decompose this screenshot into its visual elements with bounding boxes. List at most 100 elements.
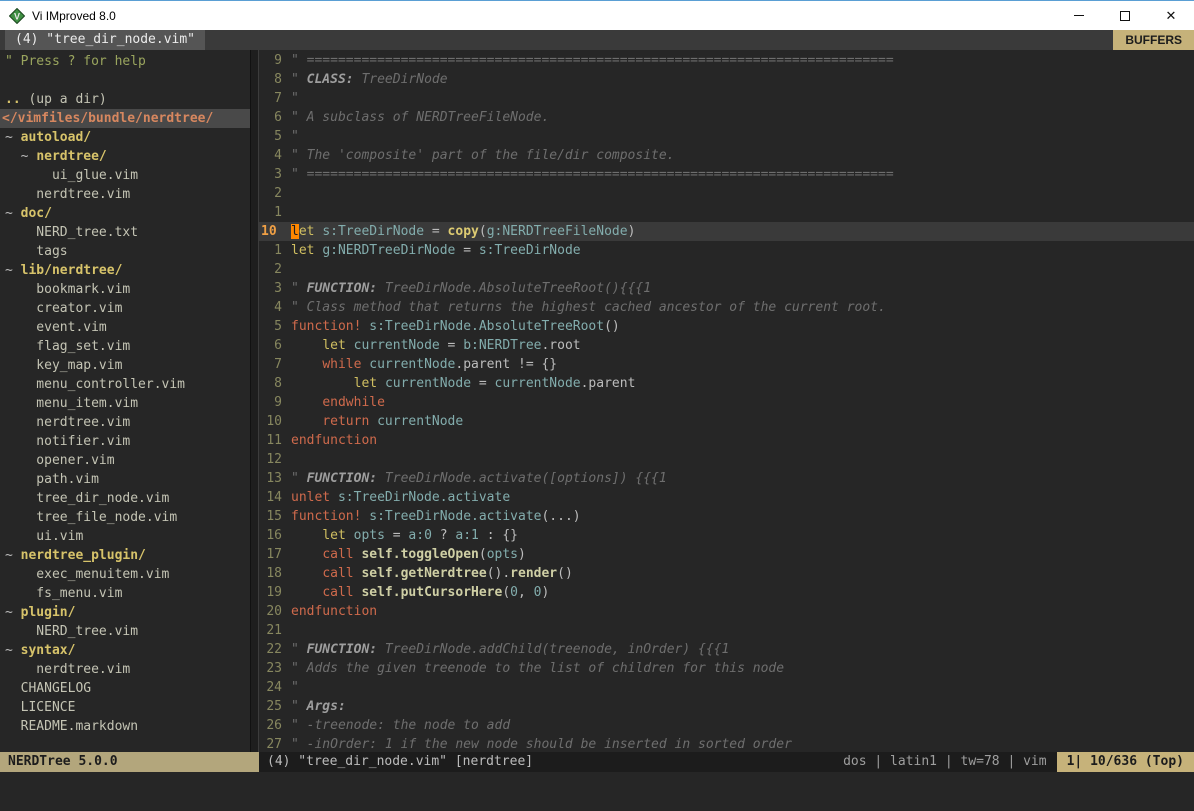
nerdtree-line[interactable]: README.markdown xyxy=(0,717,250,736)
nerdtree-line[interactable]: bookmark.vim xyxy=(0,280,250,299)
editor-line[interactable]: 11endfunction xyxy=(259,431,1194,450)
editor-line[interactable]: 16 let opts = a:0 ? a:1 : {} xyxy=(259,526,1194,545)
nerdtree-line[interactable]: tree_file_node.vim xyxy=(0,508,250,527)
editor-line[interactable]: 5" xyxy=(259,127,1194,146)
nerdtree-line[interactable]: ~ autoload/ xyxy=(0,128,250,147)
editor-line[interactable]: 10let s:TreeDirNode = copy(g:NERDTreeFil… xyxy=(259,222,1194,241)
nerdtree-line[interactable]: nerdtree.vim xyxy=(0,413,250,432)
editor-line[interactable]: 25" Args: xyxy=(259,697,1194,716)
editor-line[interactable]: 18 call self.getNerdtree().render() xyxy=(259,564,1194,583)
nerdtree-line[interactable]: ui.vim xyxy=(0,527,250,546)
text-segment: (up a dir) xyxy=(28,92,106,107)
maximize-button[interactable] xyxy=(1102,1,1148,30)
editor-line[interactable]: 26" -treenode: the node to add xyxy=(259,716,1194,735)
nerdtree-line[interactable]: menu_item.vim xyxy=(0,394,250,413)
close-button[interactable]: ✕ xyxy=(1148,1,1194,30)
text-segment: (). xyxy=(487,566,510,581)
editor-line[interactable]: 1 xyxy=(259,203,1194,222)
code-line: " Args: xyxy=(291,697,1194,716)
nerdtree-line[interactable]: nerdtree.vim xyxy=(0,185,250,204)
nerdtree-line[interactable]: ~ syntax/ xyxy=(0,641,250,660)
editor-line[interactable]: 4" The 'composite' part of the file/dir … xyxy=(259,146,1194,165)
editor-line[interactable]: 8 let currentNode = currentNode.parent xyxy=(259,374,1194,393)
editor-line[interactable]: 2 xyxy=(259,184,1194,203)
nerdtree-line[interactable]: ui_glue.vim xyxy=(0,166,250,185)
line-number: 7 xyxy=(259,89,291,108)
minimize-button[interactable] xyxy=(1056,1,1102,30)
code-line: " ======================================… xyxy=(291,165,1194,184)
nerdtree-line[interactable]: .. (up a dir) xyxy=(0,90,250,109)
line-number: 17 xyxy=(259,545,291,564)
editor-line[interactable]: 23" Adds the given treenode to the list … xyxy=(259,659,1194,678)
editor-line[interactable]: 5function! s:TreeDirNode.AbsoluteTreeRoo… xyxy=(259,317,1194,336)
nerdtree-line[interactable]: NERD_tree.txt xyxy=(0,223,250,242)
nerdtree-line[interactable]: opener.vim xyxy=(0,451,250,470)
editor-line[interactable]: 9" =====================================… xyxy=(259,51,1194,70)
nerdtree-line[interactable]: ~ plugin/ xyxy=(0,603,250,622)
editor-line[interactable]: 8" CLASS: TreeDirNode xyxy=(259,70,1194,89)
editor-line[interactable]: 24" xyxy=(259,678,1194,697)
editor-line[interactable]: 13" FUNCTION: TreeDirNode.activate([opti… xyxy=(259,469,1194,488)
nerdtree-line[interactable]: nerdtree.vim xyxy=(0,660,250,679)
nerdtree-line[interactable]: ~ lib/nerdtree/ xyxy=(0,261,250,280)
nerdtree-line[interactable]: ~ nerdtree/ xyxy=(0,147,250,166)
command-line[interactable] xyxy=(0,772,1194,811)
nerdtree-line[interactable]: fs_menu.vim xyxy=(0,584,250,603)
nerdtree-line[interactable]: </vimfiles/bundle/nerdtree/ xyxy=(0,109,250,128)
nerdtree-line[interactable]: event.vim xyxy=(0,318,250,337)
editor-line[interactable]: 15function! s:TreeDirNode.activate(...) xyxy=(259,507,1194,526)
code-line xyxy=(291,621,1194,640)
editor-line[interactable]: 9 endwhile xyxy=(259,393,1194,412)
editor-line[interactable]: 3" =====================================… xyxy=(259,165,1194,184)
vertical-split[interactable] xyxy=(250,50,259,752)
editor-line[interactable]: 12 xyxy=(259,450,1194,469)
editor-line[interactable]: 27" -inOrder: 1 if the new node should b… xyxy=(259,735,1194,752)
text-segment xyxy=(377,376,385,391)
editor-line[interactable]: 4" Class method that returns the highest… xyxy=(259,298,1194,317)
nerdtree-line[interactable]: CHANGELOG xyxy=(0,679,250,698)
nerdtree-line[interactable]: exec_menuitem.vim xyxy=(0,565,250,584)
editor-line[interactable]: 1let g:NERDTreeDirNode = s:TreeDirNode xyxy=(259,241,1194,260)
code-line: " xyxy=(291,127,1194,146)
code-line: " xyxy=(291,678,1194,697)
editor-line[interactable]: 19 call self.putCursorHere(0, 0) xyxy=(259,583,1194,602)
nerdtree-line[interactable]: tree_dir_node.vim xyxy=(0,489,250,508)
nerdtree-line[interactable]: tags xyxy=(0,242,250,261)
code-line: " ======================================… xyxy=(291,51,1194,70)
nerdtree-line[interactable]: LICENCE xyxy=(0,698,250,717)
line-number: 24 xyxy=(259,678,291,697)
editor-line[interactable]: 3" FUNCTION: TreeDirNode.AbsoluteTreeRoo… xyxy=(259,279,1194,298)
nerdtree-line[interactable]: ~ doc/ xyxy=(0,204,250,223)
editor-line[interactable]: 2 xyxy=(259,260,1194,279)
editor-line[interactable]: 7 while currentNode.parent != {} xyxy=(259,355,1194,374)
titlebar[interactable]: V Vi IMproved 8.0 ✕ xyxy=(0,1,1194,30)
nerdtree-line[interactable]: creator.vim xyxy=(0,299,250,318)
text-segment: = xyxy=(471,376,494,391)
editor-line[interactable]: 7" xyxy=(259,89,1194,108)
nerdtree-line[interactable]: path.vim xyxy=(0,470,250,489)
editor-line[interactable]: 6" A subclass of NERDTreeFileNode. xyxy=(259,108,1194,127)
nerdtree-line[interactable]: ~ nerdtree_plugin/ xyxy=(0,546,250,565)
nerdtree-line[interactable]: " Press ? for help xyxy=(0,52,250,71)
text-segment: endwhile xyxy=(322,395,385,410)
nerdtree-line[interactable]: menu_controller.vim xyxy=(0,375,250,394)
line-number: 10 xyxy=(259,412,291,431)
editor-line[interactable]: 22" FUNCTION: TreeDirNode.addChild(treen… xyxy=(259,640,1194,659)
text-segment: TreeDirNode.AbsoluteTreeRoot(){{{1 xyxy=(377,281,651,296)
text-segment: NERD_tree.vim xyxy=(5,624,138,639)
editor-line[interactable]: 14unlet s:TreeDirNode.activate xyxy=(259,488,1194,507)
text-segment xyxy=(346,528,354,543)
text-segment: () xyxy=(604,319,620,334)
editor-line[interactable]: 6 let currentNode = b:NERDTree.root xyxy=(259,336,1194,355)
editor-line[interactable]: 21 xyxy=(259,621,1194,640)
text-segment xyxy=(291,357,322,372)
nerdtree-line[interactable]: notifier.vim xyxy=(0,432,250,451)
text-segment: CHANGELOG xyxy=(5,681,91,696)
editor-line[interactable]: 17 call self.toggleOpen(opts) xyxy=(259,545,1194,564)
nerdtree-line[interactable]: flag_set.vim xyxy=(0,337,250,356)
editor-line[interactable]: 20endfunction xyxy=(259,602,1194,621)
editor-line[interactable]: 10 return currentNode xyxy=(259,412,1194,431)
nerdtree-line[interactable]: NERD_tree.vim xyxy=(0,622,250,641)
buffer-tab[interactable]: (4) "tree_dir_node.vim" xyxy=(5,30,205,50)
nerdtree-line[interactable]: key_map.vim xyxy=(0,356,250,375)
